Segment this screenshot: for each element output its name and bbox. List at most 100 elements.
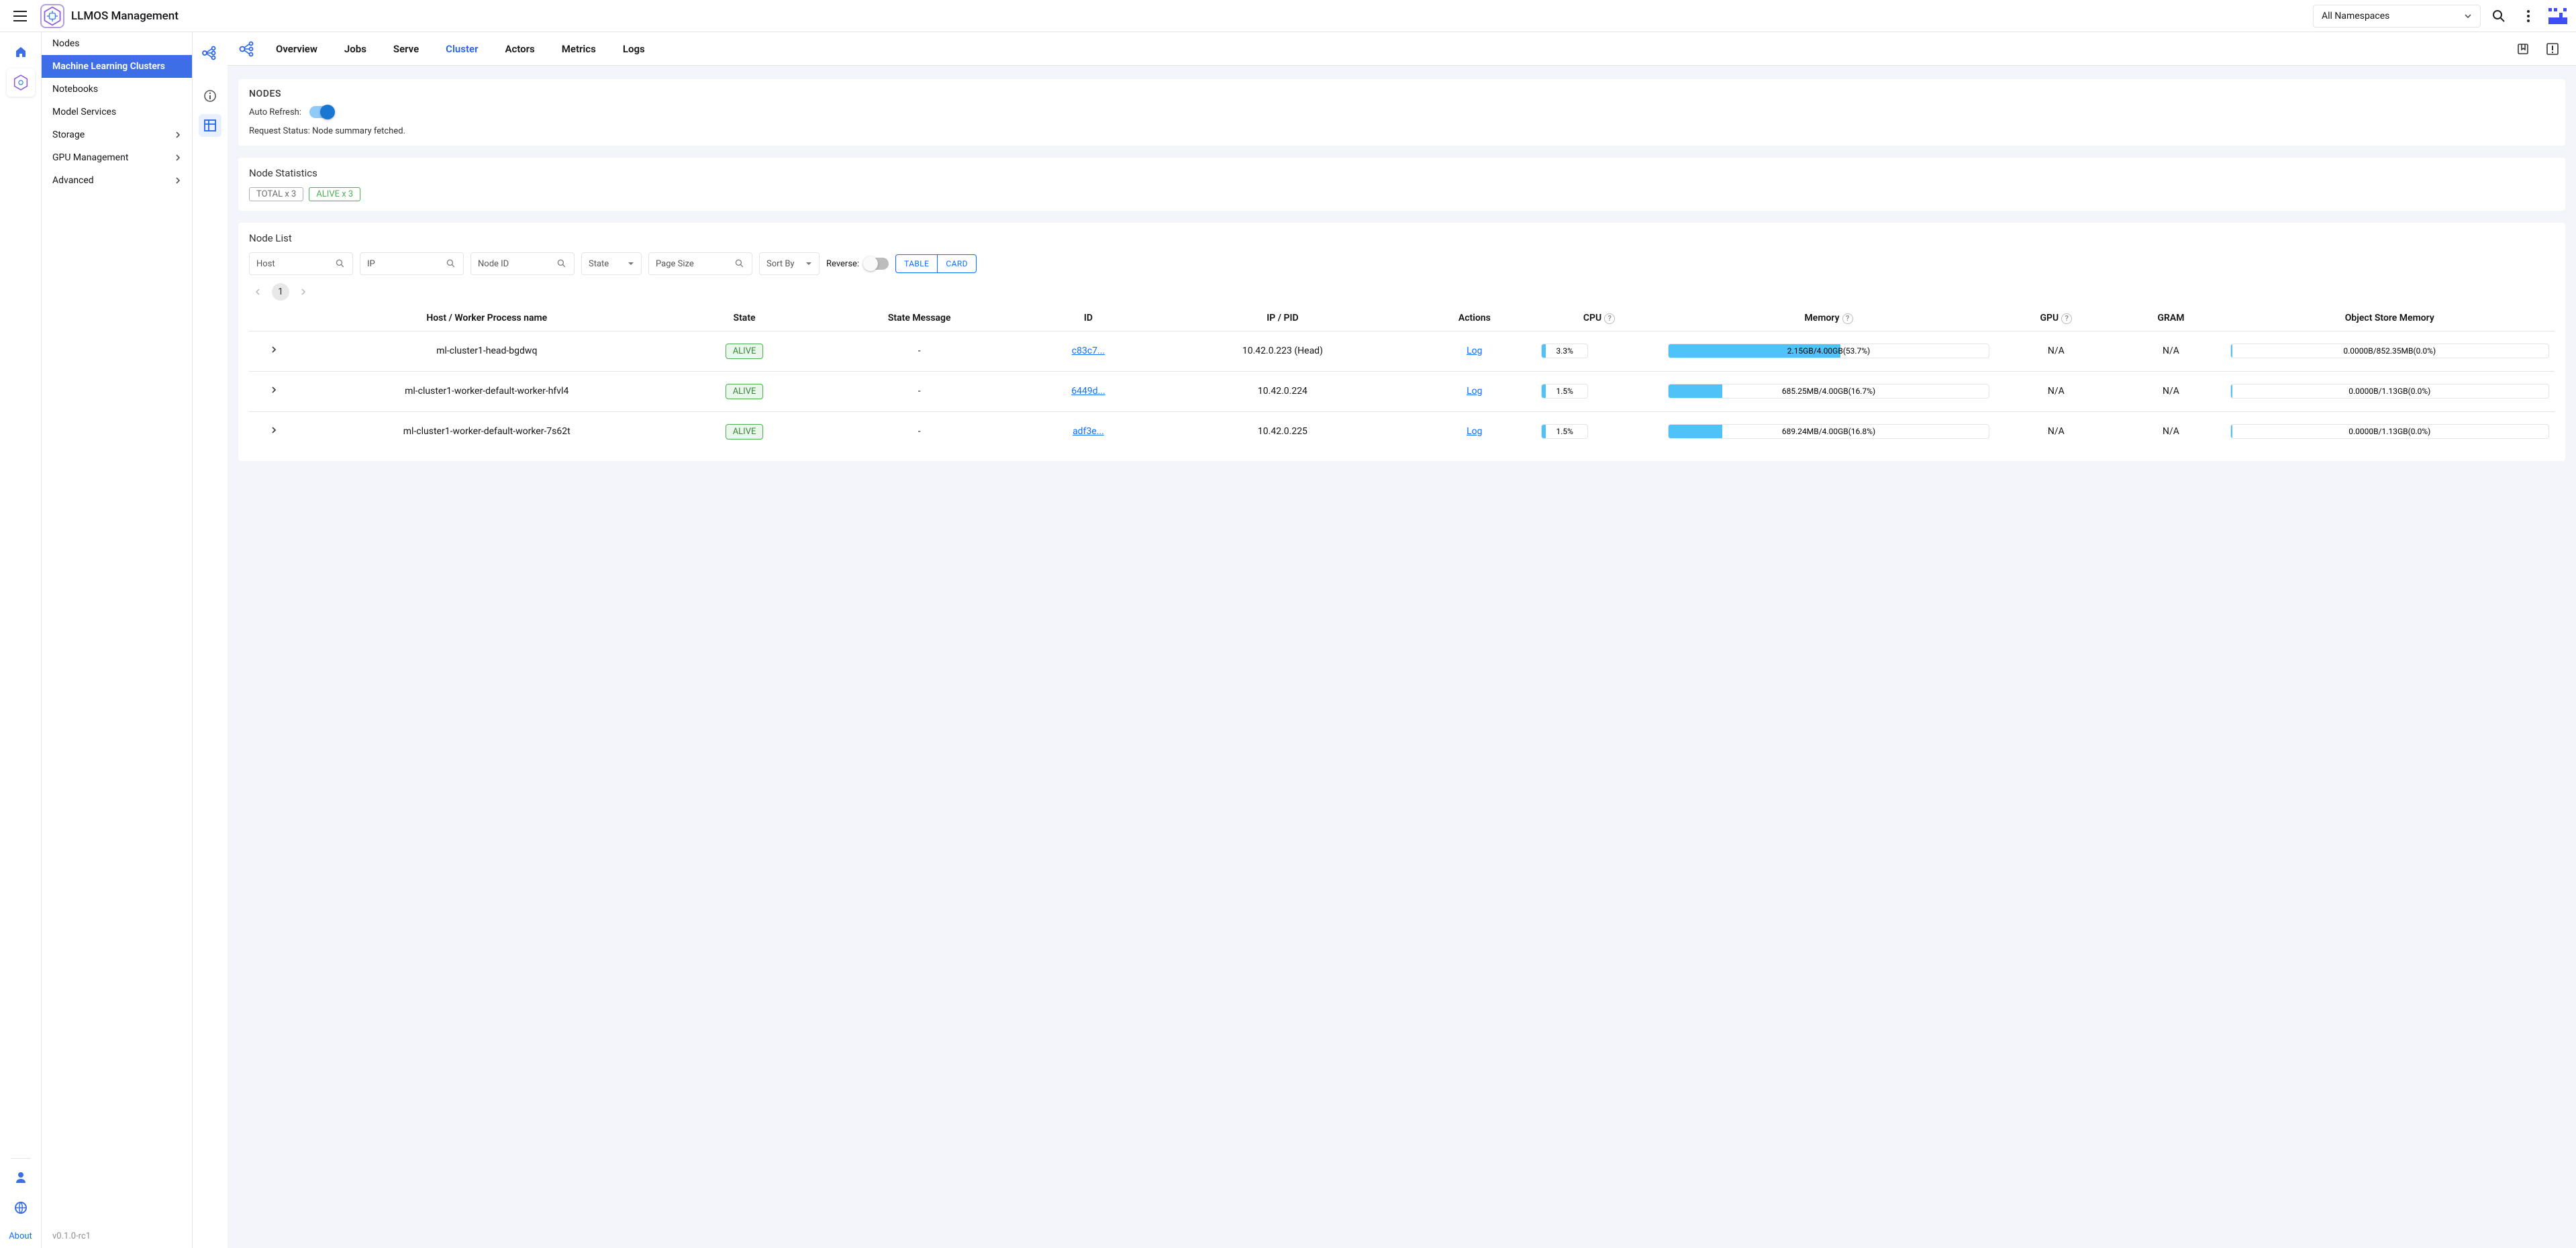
tab-serve[interactable]: Serve: [380, 32, 432, 65]
filter-pagesize-label: Page Size: [656, 259, 694, 269]
rail-globe[interactable]: [7, 1194, 35, 1222]
kebab-menu-button[interactable]: [2517, 5, 2540, 28]
auto-refresh-row: Auto Refresh:: [249, 106, 2555, 118]
menu-toggle-button[interactable]: [7, 3, 34, 30]
tab-overview[interactable]: Overview: [262, 32, 331, 65]
cell-cpu: 3.3%: [1536, 331, 1663, 371]
sidebar-item-nodes[interactable]: Nodes: [42, 32, 192, 55]
search-button[interactable]: [2487, 5, 2510, 28]
filter-pagesize[interactable]: Page Size: [648, 252, 752, 275]
sidebar-item-machine-learning-clusters[interactable]: Machine Learning Clusters: [42, 55, 192, 78]
search-icon: [335, 258, 346, 269]
cell-ip: 10.42.0.223 (Head): [1152, 331, 1413, 371]
filter-nodeid-label: Node ID: [478, 259, 509, 269]
sidebar-item-notebooks[interactable]: Notebooks: [42, 78, 192, 101]
cell-actions: Log: [1413, 371, 1536, 411]
tab-actors[interactable]: Actors: [491, 32, 548, 65]
node-id-link[interactable]: adf3e...: [1073, 426, 1104, 437]
filter-ip[interactable]: IP: [360, 252, 464, 275]
tab-cluster[interactable]: Cluster: [432, 32, 491, 65]
node-id-link[interactable]: c83c7...: [1072, 346, 1105, 356]
cell-memory: 685.25MB/4.00GB(16.7%): [1663, 371, 1995, 411]
filter-sortby[interactable]: Sort By: [759, 252, 820, 275]
alert-icon: [2546, 42, 2559, 56]
kebab-icon: [2527, 10, 2530, 22]
filter-sortby-label: Sort By: [766, 259, 795, 269]
sidebar-item-gpu-management[interactable]: GPU Management: [42, 146, 192, 169]
globe-icon: [14, 1201, 28, 1214]
product-logo[interactable]: [2546, 5, 2569, 28]
home-icon: [14, 45, 28, 58]
bookmark-button[interactable]: [2512, 38, 2534, 60]
pager-page-1[interactable]: 1: [272, 283, 289, 301]
expand-row-button[interactable]: [270, 346, 277, 356]
filter-state[interactable]: State: [581, 252, 642, 275]
tab-metrics[interactable]: Metrics: [548, 32, 609, 65]
dash-graph-button[interactable]: [199, 42, 221, 64]
brand-logo: [40, 4, 64, 28]
cell-gpu: N/A: [1995, 411, 2117, 452]
view-table-button[interactable]: TABLE: [896, 255, 937, 272]
topbar: LLMOS Management All Namespaces: [0, 0, 2576, 32]
auto-refresh-toggle[interactable]: [309, 106, 334, 118]
rail-user[interactable]: [7, 1163, 35, 1191]
bookmark-icon: [2516, 42, 2530, 56]
chevron-right-icon: [175, 154, 181, 161]
version-label: v0.1.0-rc1: [42, 1225, 192, 1248]
rail-home[interactable]: [7, 38, 35, 66]
filter-nodeid[interactable]: Node ID: [470, 252, 575, 275]
search-icon: [446, 258, 456, 269]
dash-info-button[interactable]: [199, 85, 221, 107]
reverse-toggle[interactable]: [864, 258, 889, 270]
column-header: ID: [1024, 306, 1152, 331]
tab-logs[interactable]: Logs: [609, 32, 658, 65]
state-chip: ALIVE: [726, 344, 764, 359]
column-header: [249, 306, 299, 331]
rail-cluster[interactable]: [7, 68, 35, 97]
cell-gram: N/A: [2117, 371, 2224, 411]
filter-host-label: Host: [256, 259, 275, 269]
namespace-select[interactable]: All Namespaces: [2313, 5, 2481, 28]
memory-bar: 689.24MB/4.00GB(16.8%): [1668, 424, 1989, 439]
column-header: Memory?: [1663, 306, 1995, 331]
help-icon[interactable]: ?: [2061, 313, 2072, 324]
cell-object-store: 0.0000B/852.35MB(0.0%): [2225, 331, 2555, 371]
help-icon[interactable]: ?: [1842, 313, 1853, 324]
cell-ip: 10.42.0.225: [1152, 411, 1413, 452]
cell-object-store: 0.0000B/1.13GB(0.0%): [2225, 411, 2555, 452]
sidebar-item-storage[interactable]: Storage: [42, 123, 192, 146]
cell-id: 6449d...: [1024, 371, 1152, 411]
pager-prev[interactable]: [249, 283, 266, 301]
table-row: ml-cluster1-head-bgdwqALIVE-c83c7...10.4…: [249, 331, 2555, 371]
chevron-left-icon: [255, 289, 260, 295]
ray-logo: [234, 37, 258, 61]
reverse-group: Reverse:: [826, 258, 889, 270]
column-header: Actions: [1413, 306, 1536, 331]
node-id-link[interactable]: 6449d...: [1071, 386, 1105, 397]
about-link[interactable]: About: [2, 1225, 39, 1248]
cell-gram: N/A: [2117, 411, 2224, 452]
help-icon[interactable]: ?: [1604, 313, 1615, 324]
expand-row-button[interactable]: [270, 426, 277, 437]
alert-button[interactable]: [2541, 38, 2564, 60]
column-header: IP / PID: [1152, 306, 1413, 331]
column-header: GPU?: [1995, 306, 2117, 331]
stat-chip: TOTAL x 3: [249, 187, 303, 201]
user-icon: [15, 1171, 27, 1183]
sidebar-item-advanced[interactable]: Advanced: [42, 169, 192, 192]
log-link[interactable]: Log: [1467, 346, 1482, 356]
auto-refresh-label: Auto Refresh:: [249, 107, 301, 117]
filter-host[interactable]: Host: [249, 252, 353, 275]
cpu-bar: 3.3%: [1541, 344, 1588, 358]
view-card-button[interactable]: CARD: [937, 255, 976, 272]
dash-table-button[interactable]: [199, 114, 221, 137]
brand-title: LLMOS Management: [71, 9, 179, 23]
pager-next[interactable]: [295, 283, 312, 301]
log-link[interactable]: Log: [1467, 386, 1482, 397]
column-header: State: [675, 306, 814, 331]
log-link[interactable]: Log: [1467, 426, 1482, 437]
tab-jobs[interactable]: Jobs: [331, 32, 380, 65]
expand-row-button[interactable]: [270, 386, 277, 397]
sidebar-item-model-services[interactable]: Model Services: [42, 101, 192, 123]
memory-bar: 685.25MB/4.00GB(16.7%): [1668, 384, 1989, 399]
